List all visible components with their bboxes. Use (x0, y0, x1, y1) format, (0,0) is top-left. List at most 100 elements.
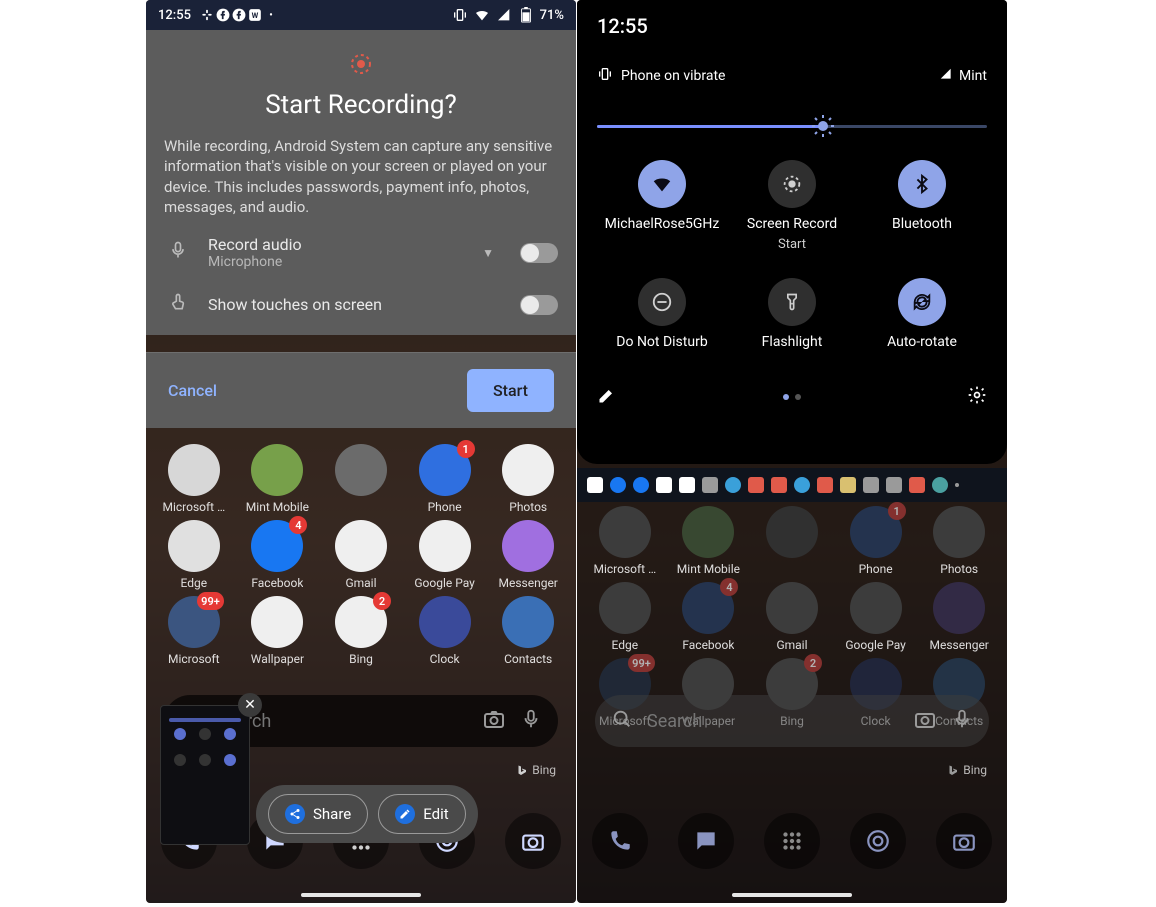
vibrate-label: Phone on vibrate (621, 68, 725, 84)
app-photos[interactable]: Photos (486, 444, 570, 514)
screen-record-icon (768, 160, 816, 208)
qs-tile-auto-rotate[interactable]: Auto-rotate (857, 278, 987, 351)
qs-tile-flashlight[interactable]: Flashlight (727, 278, 857, 351)
mic-icon[interactable] (951, 708, 973, 734)
status-bar: 12:55 W • 71% (146, 0, 576, 30)
qs-tile-label: Do Not Disturb (616, 334, 707, 351)
search-input[interactable] (647, 711, 899, 732)
battery-percent: 71% (540, 8, 564, 23)
start-button[interactable]: Start (467, 369, 554, 412)
app-mint-mobile[interactable]: Mint Mobile (236, 444, 320, 514)
app-microsoft-[interactable]: Microsoft … (583, 506, 667, 576)
app-phone[interactable]: 1Phone (403, 444, 487, 514)
edit-tiles-button[interactable] (597, 385, 617, 409)
app-phone[interactable]: 1Phone (834, 506, 918, 576)
wifi-icon (474, 7, 490, 23)
app-blank[interactable] (319, 444, 403, 514)
app-wallpaper[interactable]: Wallpaper (236, 596, 320, 666)
app-microsoft-[interactable]: Microsoft … (152, 444, 236, 514)
app-label: Messenger (498, 576, 557, 590)
qs-tile-bluetooth[interactable]: Bluetooth (857, 160, 987, 252)
dock-messages[interactable] (678, 813, 734, 869)
qs-tile-label: Screen Record (747, 216, 837, 233)
camera-icon[interactable] (913, 707, 937, 735)
app-facebook[interactable]: 4Facebook (667, 582, 751, 652)
app-blank[interactable] (750, 506, 834, 576)
settings-button[interactable] (967, 385, 987, 409)
qs-tile-wifi[interactable]: MichaelRose5GHz (597, 160, 727, 252)
app-label: Messenger (929, 638, 988, 652)
app-label: Photos (509, 500, 547, 514)
dock-camera[interactable] (936, 813, 992, 869)
touch-icon (164, 292, 192, 317)
app-contacts[interactable]: Contacts (486, 596, 570, 666)
app-icon (335, 520, 387, 572)
record-audio-row[interactable]: Record audio Microphone ▼ (164, 217, 558, 288)
gesture-bar[interactable] (732, 893, 852, 897)
app-microsoft[interactable]: 99+Microsoft (152, 596, 236, 666)
screenshot-thumbnail[interactable] (160, 705, 250, 845)
chevron-down-icon[interactable]: ▼ (482, 246, 494, 260)
app-icon (766, 582, 818, 634)
page-dot-active (783, 394, 789, 400)
app-edge[interactable]: Edge (583, 582, 667, 652)
qs-tile-label: Auto-rotate (887, 334, 957, 351)
mic-icon[interactable] (520, 708, 542, 734)
show-touches-label: Show touches on screen (208, 295, 504, 314)
app-clock[interactable]: Clock (403, 596, 487, 666)
quick-settings-panel: 12:55 Phone on vibrate Mint MichaelRose5… (577, 0, 1007, 464)
app-icon: 99+ (168, 596, 220, 648)
app-icon (251, 596, 303, 648)
notification-badge: 2 (804, 654, 822, 672)
qs-tile-dnd[interactable]: Do Not Disturb (597, 278, 727, 351)
share-button[interactable]: Share (268, 794, 368, 834)
slack-icon (199, 7, 215, 23)
qs-tile-screen-record[interactable]: Screen RecordStart (727, 160, 857, 252)
show-touches-row[interactable]: Show touches on screen (164, 288, 558, 335)
app-gmail[interactable]: Gmail (319, 520, 403, 590)
app-edge[interactable]: Edge (152, 520, 236, 590)
dot-icon (955, 483, 959, 487)
share-icon (285, 804, 305, 824)
app-icon (419, 520, 471, 572)
cancel-button[interactable]: Cancel (168, 381, 217, 400)
bing-icon (794, 477, 810, 493)
dialog-warning: While recording, Android System can capt… (164, 136, 558, 217)
carrier-label: Mint (959, 68, 987, 84)
app-gmail[interactable]: Gmail (750, 582, 834, 652)
show-touches-toggle[interactable] (520, 295, 558, 315)
gesture-bar[interactable] (301, 893, 421, 897)
edit-button[interactable]: Edit (378, 794, 465, 834)
page-indicator (783, 394, 801, 400)
close-icon: ✕ (244, 697, 256, 713)
search-bar[interactable] (595, 695, 989, 747)
screenshot-close-button[interactable]: ✕ (238, 693, 262, 717)
app-google-pay[interactable]: Google Pay (403, 520, 487, 590)
app-photos[interactable]: Photos (917, 506, 1001, 576)
signal-icon (496, 7, 512, 23)
app-mint-mobile[interactable]: Mint Mobile (667, 506, 751, 576)
battery-icon (518, 7, 534, 23)
recorder-icon (771, 477, 787, 493)
camera-icon[interactable] (482, 707, 506, 735)
brightness-thumb[interactable] (811, 114, 835, 138)
record-audio-toggle[interactable] (520, 243, 558, 263)
app-messenger[interactable]: Messenger (917, 582, 1001, 652)
search-icon (611, 708, 633, 734)
app-bing[interactable]: 2Bing (319, 596, 403, 666)
app-label: Bing (349, 652, 373, 666)
qs-tile-label: Bluetooth (892, 216, 952, 233)
app-label: Edge (181, 576, 208, 590)
app-icon: 4 (251, 520, 303, 572)
wordpress-icon: W (247, 7, 263, 23)
dock-camera[interactable] (505, 813, 561, 869)
dock-apps[interactable] (764, 813, 820, 869)
dock-phone[interactable] (592, 813, 648, 869)
app-facebook[interactable]: 4Facebook (236, 520, 320, 590)
app-google-pay[interactable]: Google Pay (834, 582, 918, 652)
app-messenger[interactable]: Messenger (486, 520, 570, 590)
dock-browser[interactable] (850, 813, 906, 869)
brightness-slider[interactable] (597, 114, 987, 138)
start-recording-dialog: Start Recording? While recording, Androi… (146, 30, 576, 335)
facebook-icon (610, 477, 626, 493)
